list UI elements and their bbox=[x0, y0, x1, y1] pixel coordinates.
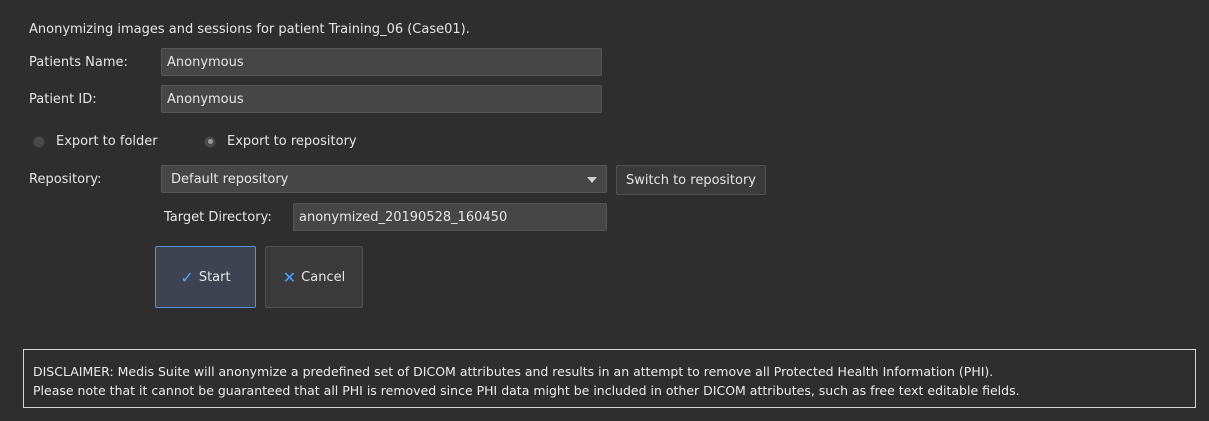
switch-to-repository-button[interactable]: Switch to repository bbox=[616, 165, 766, 195]
start-button[interactable]: ✓ Start bbox=[155, 246, 256, 308]
repository-label: Repository: bbox=[29, 172, 102, 187]
export-to-repository-label: Export to repository bbox=[227, 134, 357, 149]
cancel-button[interactable]: ✕ Cancel bbox=[265, 246, 363, 308]
repository-selected-value: Default repository bbox=[171, 172, 289, 187]
repository-dropdown[interactable]: Default repository bbox=[161, 165, 607, 193]
export-to-repository-radio[interactable]: Export to repository bbox=[204, 134, 357, 149]
disclaimer-box: DISCLAIMER: Medis Suite will anonymize a… bbox=[23, 349, 1196, 408]
export-to-folder-label: Export to folder bbox=[56, 134, 158, 149]
start-label: Start bbox=[198, 269, 231, 285]
anonymize-dialog: Anonymizing images and sessions for pati… bbox=[0, 0, 1209, 421]
dialog-header-text: Anonymizing images and sessions for pati… bbox=[29, 22, 470, 37]
radio-selected-icon bbox=[204, 135, 216, 148]
export-to-folder-radio[interactable]: Export to folder bbox=[33, 134, 158, 149]
patients-name-label: Patients Name: bbox=[29, 55, 128, 70]
radio-unselected-icon bbox=[33, 135, 45, 148]
target-directory-label: Target Directory: bbox=[164, 210, 272, 225]
chevron-down-icon bbox=[587, 177, 597, 183]
patient-id-label: Patient ID: bbox=[29, 92, 97, 107]
cancel-label: Cancel bbox=[301, 269, 346, 285]
target-directory-input[interactable] bbox=[293, 203, 607, 231]
switch-to-repository-label: Switch to repository bbox=[625, 172, 757, 188]
x-icon: ✕ bbox=[282, 267, 297, 287]
patients-name-input[interactable] bbox=[161, 48, 602, 76]
disclaimer-line-1: DISCLAIMER: Medis Suite will anonymize a… bbox=[33, 364, 994, 379]
patient-id-input[interactable] bbox=[161, 85, 602, 113]
disclaimer-line-2: Please note that it cannot be guaranteed… bbox=[33, 383, 1020, 398]
check-icon: ✓ bbox=[180, 267, 194, 287]
